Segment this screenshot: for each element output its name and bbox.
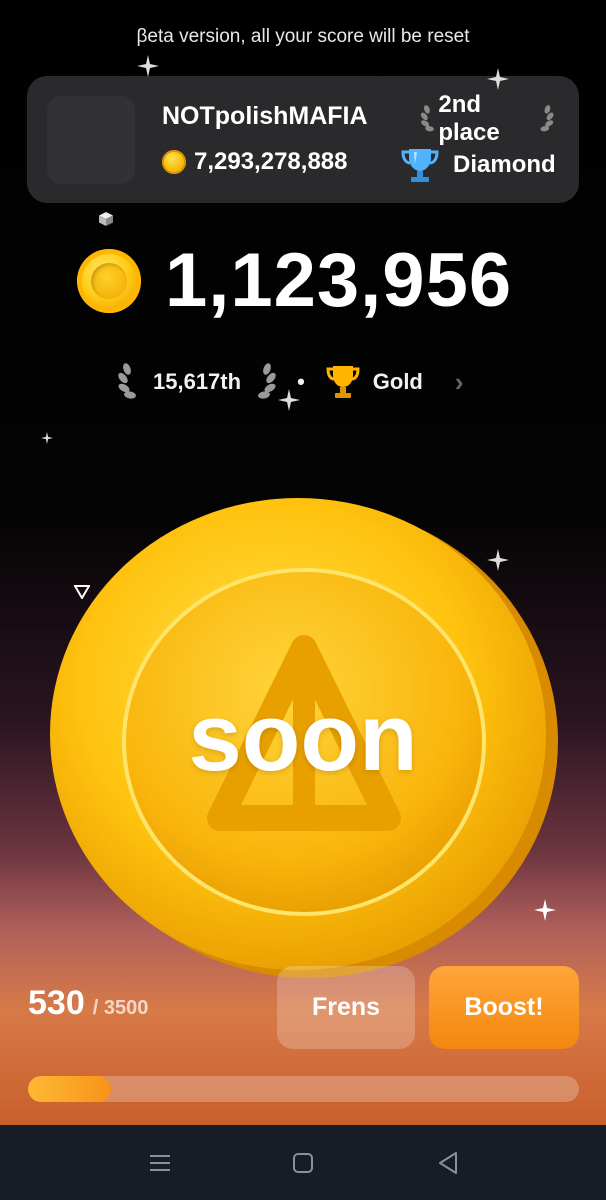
avatar (47, 96, 135, 184)
profile-coins: 7,293,278,888 (162, 148, 347, 176)
home-icon[interactable] (289, 1149, 317, 1177)
system-navbar (0, 1125, 606, 1200)
energy-max: / 3500 (92, 997, 149, 1019)
coin-icon (77, 249, 141, 313)
profile-card[interactable]: NOTpolishMAFIA 2nd place 7,293,278,888 D… (27, 76, 579, 203)
frens-button[interactable]: Frens (277, 966, 415, 1049)
energy-counter: 530 / 3500 (28, 984, 148, 1023)
energy-progress-bar (28, 1076, 579, 1102)
place-label: 2nd place (438, 91, 500, 146)
energy-current: 530 (28, 984, 85, 1022)
energy-progress-fill (28, 1076, 112, 1102)
coin-icon (162, 150, 186, 174)
rank-position: 15,617th (153, 369, 242, 394)
boost-button[interactable]: Boost! (429, 966, 579, 1049)
menu-icon[interactable] (146, 1149, 174, 1177)
laurel-right-icon (258, 363, 276, 399)
beta-banner: βeta version, all your score will be res… (136, 26, 470, 47)
balance-value: 1,123,956 (165, 238, 513, 323)
chevron-right-icon[interactable]: › (455, 367, 464, 398)
profile-league[interactable]: Diamond (399, 144, 556, 186)
sparkle-icon (278, 389, 300, 411)
laurel-right-icon (540, 105, 554, 132)
rank-league: Gold (372, 369, 423, 394)
laurel-left-icon (118, 363, 136, 399)
profile-coins-value: 7,293,278,888 (194, 148, 348, 175)
laurel-left-icon (420, 105, 434, 132)
balance: 1,123,956 (77, 243, 512, 319)
back-icon[interactable] (434, 1149, 462, 1177)
coin-overlay-text: soon (188, 684, 418, 791)
sparkle-icon (41, 432, 53, 444)
sparkle-icon (137, 55, 159, 77)
cube-icon (99, 212, 113, 226)
place-badge[interactable]: 2nd place (419, 91, 555, 146)
sparkle-icon (487, 68, 509, 90)
profile-name: NOTpolishMAFIA (162, 102, 368, 130)
gold-trophy-icon (326, 366, 360, 398)
profile-league-label: Diamond (453, 151, 556, 178)
diamond-trophy-icon (401, 149, 439, 182)
